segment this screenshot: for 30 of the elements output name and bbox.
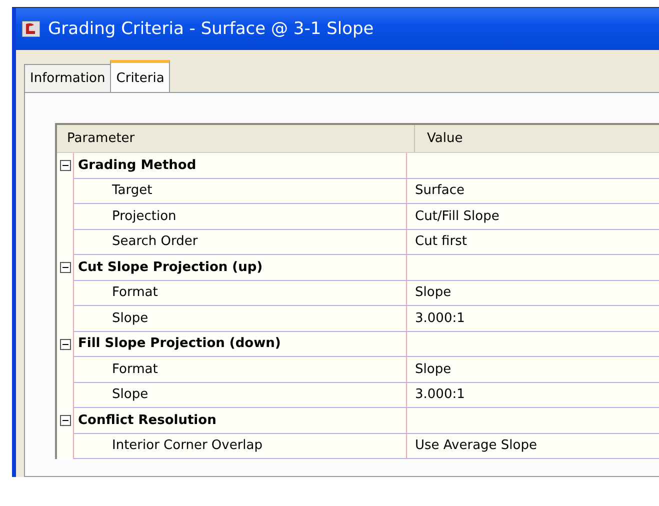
category-label: Cut Slope Projection (up) [78, 260, 263, 275]
parameter-label: Format [112, 362, 158, 377]
parameter-value: 3.000:1 [415, 387, 465, 402]
parameter-label: Interior Corner Overlap [112, 438, 263, 454]
parameter-value: Slope [415, 285, 452, 300]
tab[interactable]: Criteria [110, 60, 170, 92]
collapse-icon[interactable] [60, 415, 70, 426]
parameter-value: Surface [415, 183, 465, 198]
parameter-value: Cut first [415, 234, 467, 250]
parameter-label: Format [112, 285, 158, 300]
collapse-icon[interactable] [60, 160, 70, 172]
parameter-label: Slope [112, 310, 148, 326]
column-header: Parameter [57, 125, 415, 152]
tab[interactable]: Information [24, 64, 112, 92]
collapse-icon[interactable] [60, 262, 70, 274]
app-icon [22, 21, 40, 37]
parameter-value: Slope [415, 362, 452, 377]
parameter-label: Slope [112, 387, 148, 402]
parameter-label: Search Order [112, 234, 198, 250]
parameter-label: Projection [112, 208, 176, 224]
parameter-label: Target [112, 183, 152, 198]
column-header: Value [426, 131, 463, 146]
category-label: Grading Method [78, 158, 196, 173]
parameter-value: 3.000:1 [415, 310, 465, 326]
category-label: Fill Slope Projection (down) [78, 336, 281, 352]
category-label: Conflict Resolution [78, 412, 216, 428]
parameter-value: Cut/Fill Slope [415, 208, 500, 224]
parameter-value: Use Average Slope [415, 438, 538, 454]
window-title: Grading Criteria - Surface @ 3-1 Slope [48, 19, 374, 39]
collapse-icon[interactable] [60, 338, 70, 350]
